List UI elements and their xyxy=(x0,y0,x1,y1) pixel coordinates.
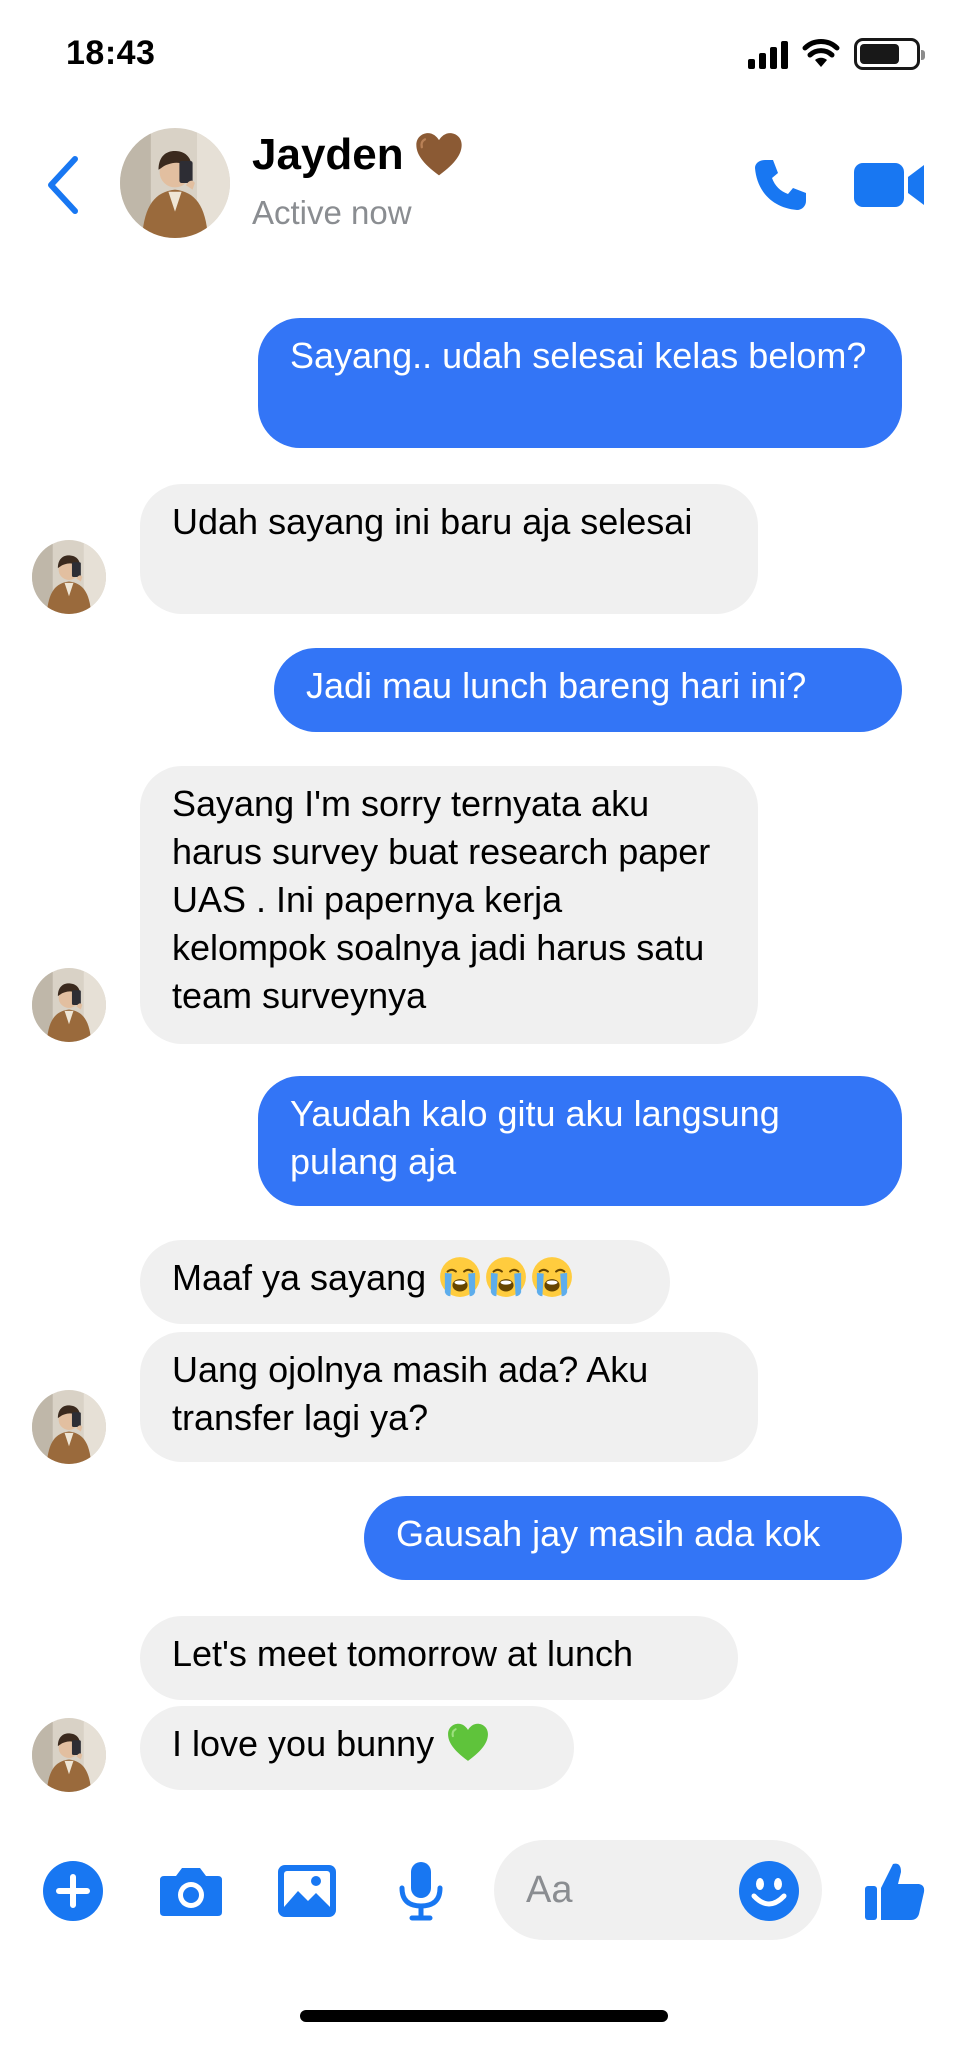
contact-avatar-small[interactable] xyxy=(32,968,106,1042)
status-bar: 18:43 xyxy=(0,0,968,110)
message-input[interactable] xyxy=(526,1862,726,1918)
wifi-icon xyxy=(802,39,840,67)
message-received[interactable]: Let's meet tomorrow at lunch xyxy=(140,1616,738,1700)
status-time: 18:43 xyxy=(66,34,156,72)
message-received[interactable]: I love you bunny xyxy=(140,1706,574,1790)
contact-name-row[interactable]: Jayden xyxy=(252,130,464,180)
message-received[interactable]: Sayang I'm sorry ternyata aku harus surv… xyxy=(140,766,758,1044)
contact-name: Jayden xyxy=(252,130,404,179)
voice-call-button[interactable] xyxy=(748,150,812,220)
voice-message-button[interactable] xyxy=(388,1858,454,1924)
cellular-signal-icon xyxy=(748,39,788,69)
message-text: I love you bunny xyxy=(172,1723,435,1764)
message-composer xyxy=(0,1830,968,1950)
brown-heart-icon xyxy=(415,133,462,176)
contact-avatar-small[interactable] xyxy=(32,540,106,614)
phone-icon xyxy=(755,160,806,210)
message-sent[interactable]: Sayang.. udah selesai kelas belom? xyxy=(258,318,902,448)
contact-status: Active now xyxy=(252,194,412,231)
thumbs-up-icon xyxy=(865,1863,925,1920)
battery-icon xyxy=(854,38,925,70)
emoji-icon[interactable] xyxy=(738,1860,800,1922)
message-received[interactable]: Maaf ya sayang xyxy=(140,1240,670,1324)
battery-level xyxy=(860,44,899,64)
video-call-button[interactable] xyxy=(850,158,930,212)
home-indicator[interactable] xyxy=(300,2010,668,2022)
message-input-pill xyxy=(494,1840,822,1940)
message-sent[interactable]: Jadi mau lunch bareng hari ini? xyxy=(274,648,902,732)
contact-avatar-small[interactable] xyxy=(32,1718,106,1792)
camera-icon xyxy=(160,1868,222,1916)
more-actions-button[interactable] xyxy=(40,1858,106,1924)
message-received[interactable]: Uang ojolnya masih ada? Aku transfer lag… xyxy=(140,1332,758,1462)
camera-button[interactable] xyxy=(158,1858,224,1924)
video-camera-icon xyxy=(854,163,924,207)
gallery-button[interactable] xyxy=(274,1858,340,1924)
chat-header: Jayden Active now xyxy=(0,110,968,260)
image-icon xyxy=(278,1865,336,1917)
crying-face-icon xyxy=(484,1255,528,1299)
crying-face-icon xyxy=(530,1255,574,1299)
contact-avatar[interactable] xyxy=(120,128,230,238)
message-received[interactable]: Udah sayang ini baru aja selesai xyxy=(140,484,758,614)
chevron-left-icon xyxy=(48,156,78,214)
crying-face-icon xyxy=(438,1255,482,1299)
contact-avatar-small[interactable] xyxy=(32,1390,106,1464)
message-sent[interactable]: Gausah jay masih ada kok xyxy=(364,1496,902,1580)
plus-icon xyxy=(43,1861,103,1921)
like-button[interactable] xyxy=(862,1858,928,1924)
message-sent[interactable]: Yaudah kalo gitu aku langsung pulang aja xyxy=(258,1076,902,1206)
green-heart-icon xyxy=(448,1724,489,1762)
microphone-icon xyxy=(399,1862,443,1921)
message-text: Maaf ya sayang xyxy=(172,1257,427,1298)
status-icons xyxy=(748,38,925,70)
back-button[interactable] xyxy=(38,150,88,220)
